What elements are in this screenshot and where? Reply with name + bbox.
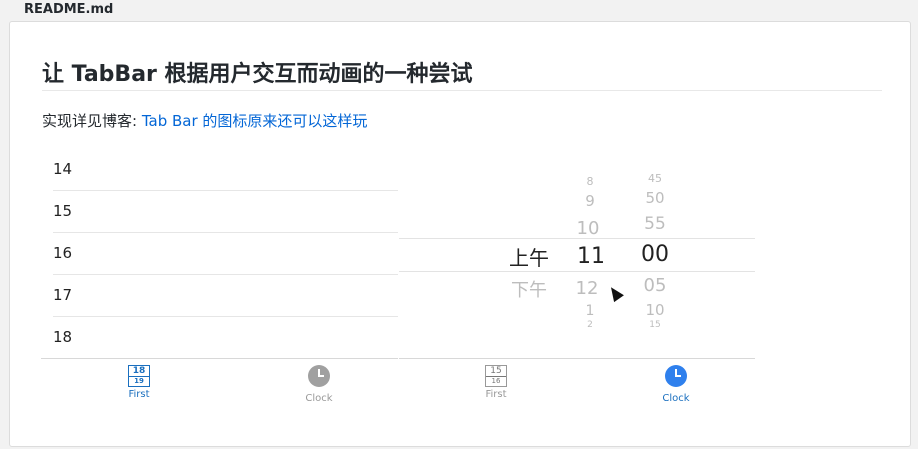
- picker-divider: [399, 271, 755, 272]
- calendar-icon: 18 19: [128, 365, 150, 387]
- ampm-selected[interactable]: 上午: [509, 242, 549, 271]
- minute-option[interactable]: 15: [635, 320, 675, 330]
- list-item-label: 14: [53, 160, 73, 178]
- list-item: 16: [53, 232, 398, 275]
- ampm-option[interactable]: 下午: [511, 276, 547, 302]
- tab-label: First: [128, 389, 150, 400]
- tab-clock[interactable]: Clock: [636, 365, 716, 404]
- hour-option[interactable]: 8: [570, 175, 610, 188]
- calendar-icon: 15 16: [485, 365, 507, 387]
- hour-selected[interactable]: 11: [571, 244, 611, 269]
- tab-first[interactable]: 15 16 First: [456, 365, 536, 400]
- calendar-bottom-number: 16: [486, 376, 506, 385]
- list-item-label: 15: [53, 202, 73, 220]
- list-item-label: 18: [53, 328, 73, 346]
- minute-option[interactable]: 45: [635, 172, 675, 185]
- calendar-top-number: 18: [132, 366, 146, 376]
- list-item: 17: [53, 274, 398, 317]
- minute-option[interactable]: 50: [635, 189, 675, 207]
- readme-card: 让 TabBar 根据用户交互而动画的一种尝试 实现详见博客: Tab Bar …: [9, 21, 911, 447]
- description-prefix: 实现详见博客:: [42, 112, 142, 130]
- minute-option[interactable]: 55: [635, 214, 675, 234]
- hour-option[interactable]: 10: [568, 218, 608, 239]
- tab-bar: 18 19 First Clock: [41, 358, 398, 409]
- tab-clock[interactable]: Clock: [279, 365, 359, 404]
- tab-label: Clock: [305, 393, 333, 404]
- clock-icon: [665, 365, 687, 387]
- list-item: 14: [53, 148, 398, 191]
- list-item-label: 17: [53, 286, 73, 304]
- blog-link[interactable]: Tab Bar 的图标原来还可以这样玩: [142, 112, 368, 130]
- calendar-top-number: 15: [490, 366, 502, 376]
- minute-option[interactable]: 10: [635, 301, 675, 319]
- list-item: 18: [53, 316, 398, 359]
- title-divider: [42, 90, 882, 91]
- screenshot-picker: 上午 下午 8 9 10 11 12 1 2 45 50 55 00 05 10…: [399, 148, 755, 408]
- screenshot-list: 14 15 16 17 18 18 19 First Clock: [41, 148, 398, 408]
- tab-bar: 15 16 First Clock: [399, 358, 755, 409]
- hour-option[interactable]: 9: [570, 192, 610, 210]
- clock-icon: [308, 365, 330, 387]
- file-name: README.md: [24, 2, 114, 17]
- hour-option[interactable]: 12: [567, 278, 607, 299]
- readme-title: 让 TabBar 根据用户交互而动画的一种尝试: [42, 62, 473, 87]
- list-item: 15: [53, 190, 398, 233]
- minute-option[interactable]: 05: [635, 275, 675, 296]
- mouse-cursor-icon: [606, 283, 624, 303]
- tab-label: First: [485, 389, 507, 400]
- minute-selected[interactable]: 00: [635, 242, 675, 267]
- list-item-label: 16: [53, 244, 73, 262]
- tab-first[interactable]: 18 19 First: [99, 365, 179, 400]
- tab-label: Clock: [662, 393, 690, 404]
- calendar-bottom-number: 19: [129, 376, 149, 385]
- hour-option[interactable]: 1: [570, 303, 610, 319]
- hour-option[interactable]: 2: [570, 320, 610, 330]
- readme-description: 实现详见博客: Tab Bar 的图标原来还可以这样玩: [42, 110, 367, 131]
